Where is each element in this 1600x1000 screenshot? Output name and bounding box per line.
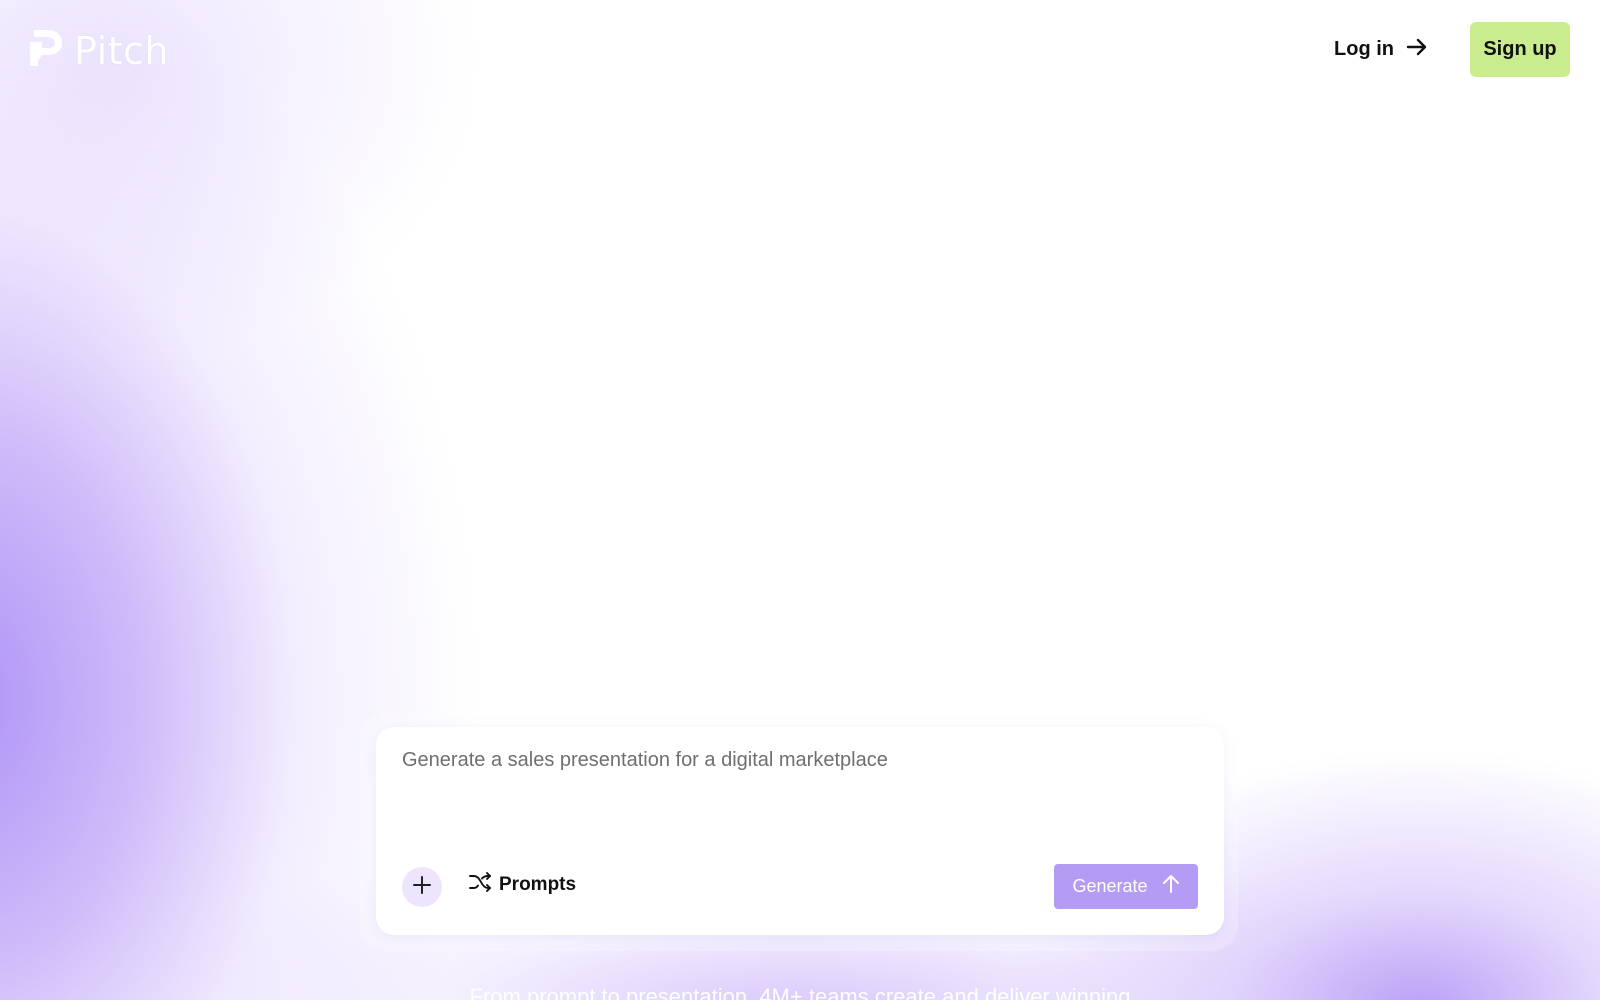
signup-button[interactable]: Sign up bbox=[1470, 22, 1570, 77]
login-label: Log in bbox=[1334, 38, 1394, 60]
shuffle-icon bbox=[469, 872, 491, 898]
generate-label: Generate bbox=[1072, 876, 1148, 896]
arrow-up-icon bbox=[1162, 874, 1180, 899]
arrow-right-icon bbox=[1406, 36, 1428, 64]
prompts-button[interactable]: Prompts bbox=[469, 872, 576, 898]
prompt-card: Prompts Generate bbox=[376, 727, 1224, 935]
add-attachment-button[interactable] bbox=[402, 867, 442, 907]
login-link[interactable]: Log in bbox=[1334, 36, 1428, 64]
prompts-label: Prompts bbox=[499, 874, 577, 895]
pitch-logo-icon bbox=[28, 28, 64, 73]
prompt-input[interactable] bbox=[402, 749, 1192, 809]
logo[interactable]: Pitch bbox=[28, 28, 169, 73]
hero-tagline: From prompt to presentation, 4M+ teams c… bbox=[469, 984, 1131, 1000]
generate-button[interactable]: Generate bbox=[1054, 864, 1198, 909]
plus-icon bbox=[412, 875, 432, 900]
header-nav: Log in Sign up bbox=[1334, 22, 1570, 77]
logo-text: Pitch bbox=[74, 28, 170, 73]
